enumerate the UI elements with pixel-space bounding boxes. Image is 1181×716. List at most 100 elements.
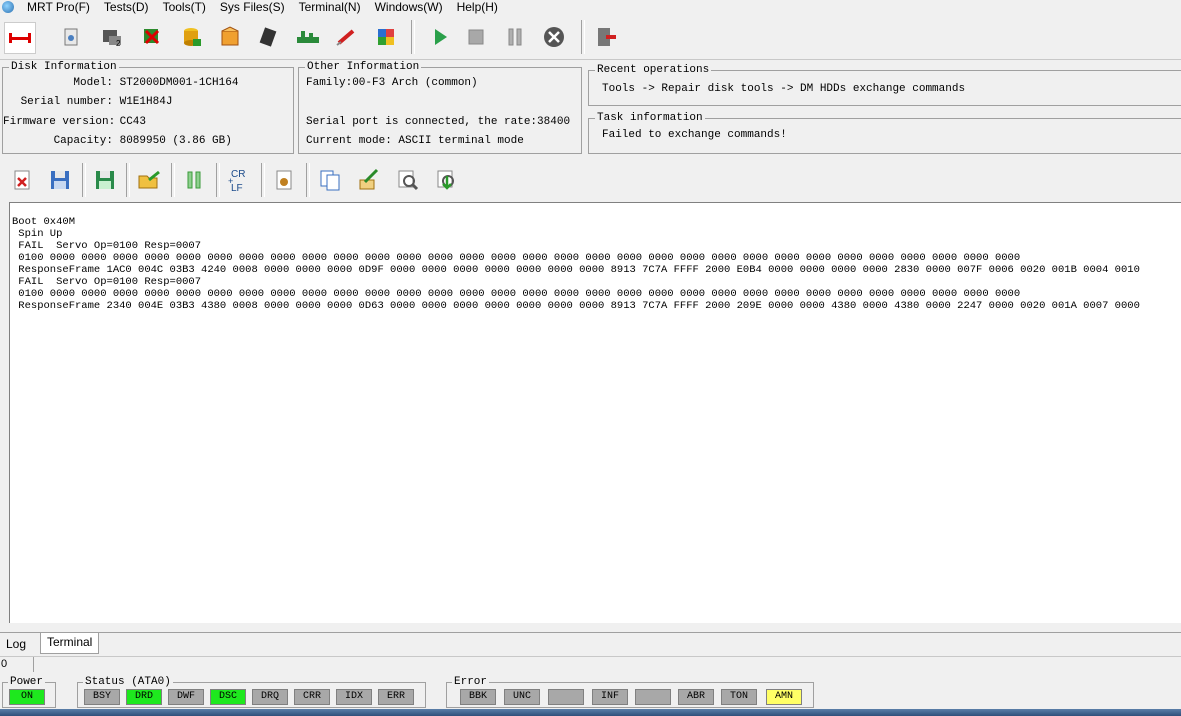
play-icon[interactable] bbox=[424, 22, 454, 52]
serial-port-text: Serial port is connected, the rate:38400 bbox=[306, 116, 571, 128]
terminal-line: ResponseFrame 2340 004E 03B3 4380 0008 0… bbox=[12, 300, 1140, 312]
error-abr: ABR bbox=[678, 689, 714, 705]
copy-icon[interactable] bbox=[315, 165, 345, 195]
pause-icon[interactable] bbox=[500, 22, 530, 52]
tab-log[interactable]: Log bbox=[0, 635, 32, 653]
pcb-icon[interactable] bbox=[293, 22, 323, 52]
menu-tests[interactable]: Tests(D) bbox=[97, 0, 156, 14]
tab-terminal[interactable]: Terminal bbox=[40, 633, 100, 654]
error-ton: TON bbox=[721, 689, 757, 705]
svg-text:2: 2 bbox=[116, 39, 121, 48]
terminal-pause-icon[interactable] bbox=[179, 165, 209, 195]
task-information-panel: Task information Failed to exchange comm… bbox=[588, 111, 1181, 154]
crlf-icon[interactable]: CR LF + bbox=[224, 165, 254, 195]
menu-mrt-pro[interactable]: MRT Pro(F) bbox=[20, 0, 97, 14]
capacity-label: Capacity: bbox=[53, 135, 113, 147]
save-as-icon[interactable] bbox=[90, 165, 120, 195]
status-dwf: DWF bbox=[168, 689, 204, 705]
task-information-text: Failed to exchange commands! bbox=[602, 129, 787, 141]
toolbar-separator bbox=[126, 163, 130, 197]
firmware-value: CC43 bbox=[119, 116, 147, 128]
terminal-output[interactable]: Boot 0x40M Spin Up FAIL Servo Op=0100 Re… bbox=[9, 202, 1181, 623]
pc3000-icon[interactable]: 2 bbox=[97, 22, 127, 52]
toolbar-separator bbox=[82, 163, 86, 197]
terminal-line: FAIL Servo Op=0100 Resp=0007 bbox=[12, 276, 202, 288]
disk-info-icon[interactable] bbox=[56, 22, 86, 52]
search-icon[interactable] bbox=[393, 165, 423, 195]
error-unc: UNC bbox=[504, 689, 540, 705]
status-crr: CRR bbox=[294, 689, 330, 705]
svg-text:+: + bbox=[228, 176, 233, 186]
power-on-indicator: ON bbox=[9, 689, 45, 705]
toolbar-separator bbox=[216, 163, 220, 197]
model-label: Model: bbox=[73, 77, 113, 89]
exit-icon[interactable] bbox=[591, 22, 621, 52]
serial-label: Serial number: bbox=[20, 96, 113, 108]
power-title: Power bbox=[8, 675, 46, 689]
edit-icon[interactable] bbox=[354, 165, 384, 195]
open-icon[interactable] bbox=[135, 165, 165, 195]
status-drq: DRQ bbox=[252, 689, 288, 705]
cancel-icon[interactable] bbox=[539, 22, 569, 52]
firmware-label: Firmware version: bbox=[3, 116, 116, 128]
stop-icon[interactable] bbox=[461, 22, 491, 52]
pen-icon[interactable] bbox=[332, 22, 362, 52]
status-idx: IDX bbox=[336, 689, 372, 705]
disconnect-icon[interactable] bbox=[4, 22, 36, 54]
disk-information-title: Disk Information bbox=[9, 60, 119, 74]
terminal-line: 0100 0000 0000 0000 0000 0000 0000 0000 … bbox=[12, 288, 1021, 300]
task-information-title: Task information bbox=[595, 111, 705, 125]
menu-tools[interactable]: Tools(T) bbox=[156, 0, 213, 14]
menu-help[interactable]: Help(H) bbox=[450, 0, 505, 14]
other-information-panel: Other Information Family:00-F3 Arch (com… bbox=[298, 60, 582, 154]
progress-value: 0 bbox=[1, 658, 8, 670]
menu-sys-files[interactable]: Sys Files(S) bbox=[213, 0, 292, 14]
app-icon bbox=[2, 1, 14, 13]
error-blank-2 bbox=[635, 689, 671, 705]
toolbar-separator bbox=[581, 20, 585, 54]
terminal-line: Boot 0x40M bbox=[12, 216, 76, 228]
error-amn: AMN bbox=[766, 689, 802, 705]
capacity-value: 8089950 (3.86 GB) bbox=[119, 135, 232, 147]
terminal-line: Spin Up bbox=[12, 228, 63, 240]
terminal-toolbar: CR LF + bbox=[0, 158, 1181, 202]
package-icon[interactable] bbox=[215, 22, 245, 52]
terminal-line: FAIL Servo Op=0100 Resp=0007 bbox=[12, 240, 202, 252]
clear-icon[interactable] bbox=[7, 165, 37, 195]
error-title: Error bbox=[452, 675, 490, 689]
error-panel: Error bbox=[446, 675, 814, 708]
taskbar bbox=[0, 709, 1181, 716]
recent-operations-title: Recent operations bbox=[595, 63, 712, 77]
settings-icon[interactable] bbox=[269, 165, 299, 195]
cube-icon[interactable] bbox=[371, 22, 401, 52]
terminal-line: 0100 0000 0000 0000 0000 0000 0000 0000 … bbox=[12, 252, 1021, 264]
progress-divider bbox=[33, 657, 34, 672]
main-toolbar: 2 bbox=[0, 15, 1181, 60]
family-text: Family:00-F3 Arch (common) bbox=[306, 77, 478, 89]
menu-terminal[interactable]: Terminal(N) bbox=[292, 0, 368, 14]
tab-bar: Log Terminal bbox=[0, 632, 1181, 655]
error-inf: INF bbox=[592, 689, 628, 705]
save-icon[interactable] bbox=[45, 165, 75, 195]
toolbar-separator bbox=[171, 163, 175, 197]
status-dsc: DSC bbox=[210, 689, 246, 705]
toolbar-separator bbox=[306, 163, 310, 197]
current-mode-text: Current mode: ASCII terminal mode bbox=[306, 135, 524, 147]
status-err: ERR bbox=[378, 689, 414, 705]
recent-operations-panel: Recent operations Tools -> Repair disk t… bbox=[588, 63, 1181, 106]
terminal-line: ResponseFrame 1AC0 004C 03B3 4240 0008 0… bbox=[12, 264, 1140, 276]
recent-operations-text: Tools -> Repair disk tools -> DM HDDs ex… bbox=[602, 83, 966, 95]
menu-bar: MRT Pro(F) Tests(D) Tools(T) Sys Files(S… bbox=[0, 0, 1181, 14]
model-value: ST2000DM001-1CH164 bbox=[119, 77, 239, 89]
toolbar-separator bbox=[261, 163, 265, 197]
status-title: Status (ATA0) bbox=[83, 675, 173, 689]
download-icon[interactable] bbox=[432, 165, 462, 195]
error-bbk: BBK bbox=[460, 689, 496, 705]
disk-information-panel: Disk Information Model: ST2000DM001-1CH1… bbox=[2, 60, 294, 154]
error-blank-1 bbox=[548, 689, 584, 705]
chip-icon[interactable] bbox=[253, 22, 283, 52]
menu-windows[interactable]: Windows(W) bbox=[368, 0, 450, 14]
toolbar-separator bbox=[411, 20, 415, 54]
database-icon[interactable] bbox=[176, 22, 206, 52]
shutdown-icon[interactable] bbox=[137, 22, 167, 52]
